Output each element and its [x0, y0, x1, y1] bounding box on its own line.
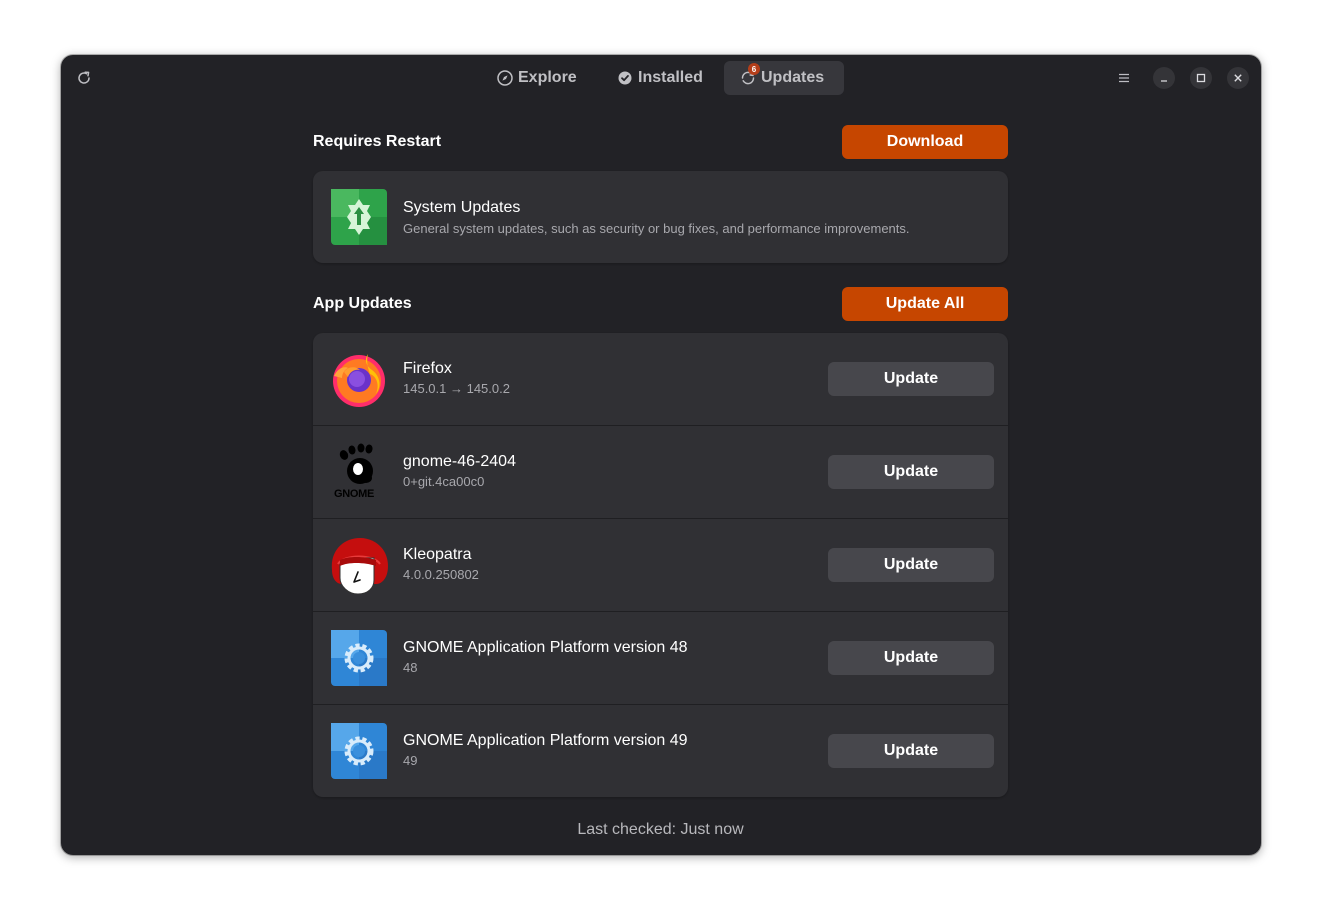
update-button[interactable]: Update	[828, 455, 994, 489]
maximize-icon	[1196, 73, 1206, 83]
tab-updates[interactable]: 6 Updates	[724, 61, 844, 95]
gnome-platform-icon	[331, 630, 387, 686]
app-updates-list: Firefox 145.0.1 → 145.0.2 Update GNOME g…	[313, 333, 1008, 797]
requires-restart-header: Requires Restart Download	[313, 125, 1008, 159]
close-icon	[1234, 74, 1242, 82]
system-updates-card[interactable]: System Updates General system updates, s…	[313, 171, 1008, 263]
kleopatra-icon	[330, 536, 388, 595]
sync-icon: 6	[739, 63, 760, 87]
list-item[interactable]: System Updates General system updates, s…	[313, 171, 1008, 263]
section-title: Requires Restart	[313, 133, 442, 150]
update-all-button[interactable]: Update All	[842, 287, 1008, 321]
main-menu-button[interactable]	[1113, 67, 1135, 89]
update-button[interactable]: Update	[828, 548, 994, 582]
table-row[interactable]: GNOME Application Platform version 49 49…	[313, 704, 1008, 797]
table-row[interactable]: Kleopatra 4.0.0.250802 Update	[313, 518, 1008, 611]
minimize-button[interactable]	[1153, 67, 1175, 89]
app-window: Explore Installed 6 Updates Requires Res…	[61, 55, 1261, 855]
tab-explore[interactable]: Explore	[488, 61, 596, 95]
app-version: 48	[403, 660, 418, 675]
gnome-platform-icon	[331, 723, 387, 779]
item-title: System Updates	[403, 199, 521, 216]
view-switcher: Explore Installed 6 Updates	[61, 61, 1261, 95]
table-row[interactable]: GNOME Application Platform version 48 48…	[313, 611, 1008, 704]
app-name: gnome-46-2404	[403, 453, 516, 470]
header-bar: Explore Installed 6 Updates	[61, 55, 1261, 101]
tab-label: Updates	[761, 69, 825, 86]
tab-label: Explore	[518, 69, 577, 86]
item-description: General system updates, such as security…	[403, 221, 910, 236]
update-button[interactable]: Update	[828, 734, 994, 768]
hamburger-menu-icon	[1119, 73, 1129, 83]
tab-installed[interactable]: Installed	[608, 61, 736, 95]
app-version: 0+git.4ca00c0	[403, 474, 485, 489]
app-name: GNOME Application Platform version 48	[403, 639, 688, 656]
system-updates-icon	[331, 189, 387, 245]
updates-count-badge: 6	[748, 63, 760, 75]
app-name: Kleopatra	[403, 546, 472, 563]
last-checked-status: Last checked: Just now	[577, 821, 744, 838]
maximize-button[interactable]	[1190, 67, 1212, 89]
section-title: App Updates	[313, 295, 412, 312]
check-circle-icon	[616, 69, 634, 87]
update-button[interactable]: Update	[828, 641, 994, 675]
tab-label: Installed	[638, 69, 703, 86]
app-updates-header: App Updates Update All	[313, 287, 1008, 321]
compass-icon	[496, 69, 514, 87]
gnome-logo-text: GNOME	[334, 488, 375, 500]
app-version: 4.0.0.250802	[403, 567, 479, 582]
close-button[interactable]	[1227, 67, 1249, 89]
download-button[interactable]: Download	[842, 125, 1008, 159]
table-row[interactable]: Firefox 145.0.1 → 145.0.2 Update	[313, 333, 1008, 425]
table-row[interactable]: GNOME gnome-46-2404 0+git.4ca00c0 Update	[313, 425, 1008, 518]
updates-page: Requires Restart Download System Updates…	[313, 125, 1008, 797]
update-button[interactable]: Update	[828, 362, 994, 396]
gnome-foot-icon: GNOME	[330, 443, 388, 501]
minimize-icon	[1161, 80, 1167, 82]
firefox-icon	[330, 350, 388, 408]
app-version: 145.0.1 → 145.0.2	[403, 381, 510, 396]
app-version: 49	[403, 753, 418, 768]
app-name: Firefox	[403, 360, 452, 377]
app-name: GNOME Application Platform version 49	[403, 732, 688, 749]
